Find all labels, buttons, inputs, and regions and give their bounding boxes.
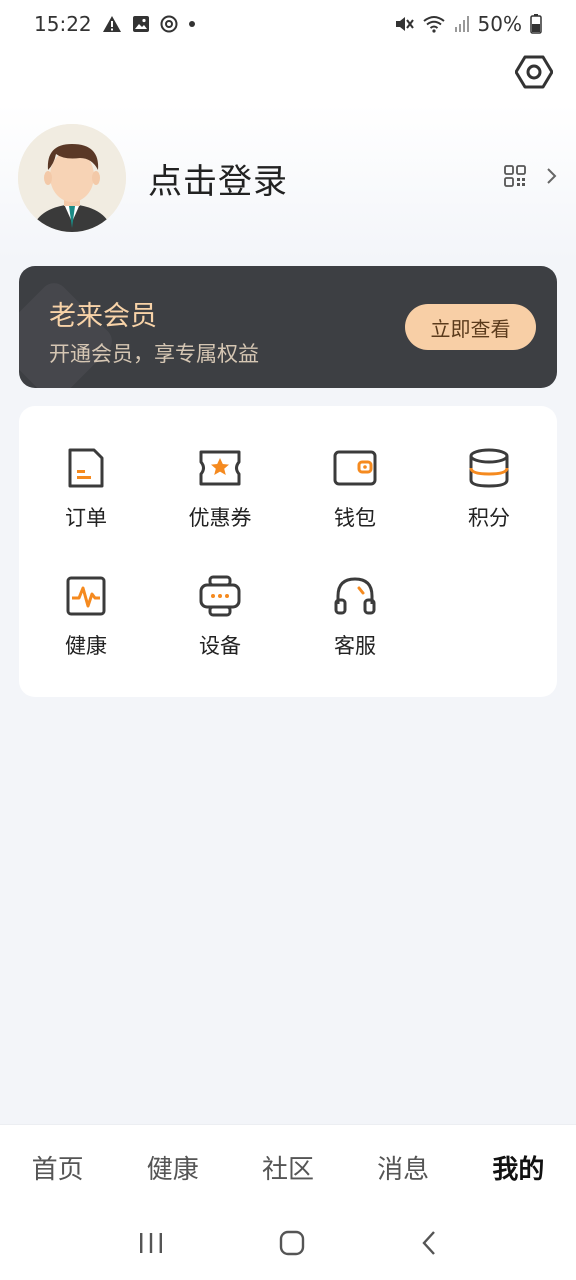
membership-title: 老来会员 (49, 301, 157, 332)
home-button[interactable] (279, 1230, 305, 1260)
login-label[interactable]: 点击登录 (148, 154, 288, 203)
image-icon (132, 15, 150, 33)
battery-icon (530, 14, 542, 34)
points-icon (467, 446, 511, 490)
chevron-right-icon[interactable] (546, 166, 558, 190)
back-button[interactable] (420, 1230, 438, 1260)
view-membership-button[interactable]: 立即查看 (405, 304, 536, 350)
settings-button[interactable] (514, 54, 554, 94)
recent-apps-button[interactable] (138, 1231, 164, 1259)
service-order[interactable]: 订单 (31, 406, 141, 530)
order-icon (64, 446, 108, 490)
service-customer-support[interactable]: 客服 (300, 534, 410, 658)
bottom-navigation: 首页 健康 社区 消息 我的 (0, 1124, 576, 1210)
service-label: 设备 (199, 634, 241, 658)
nav-messages[interactable]: 消息 (371, 1149, 435, 1186)
nav-label: 健康 (146, 1155, 199, 1185)
nav-label: 社区 (261, 1155, 314, 1185)
avatar[interactable] (18, 124, 126, 232)
system-navigation-bar (0, 1210, 576, 1280)
sync-icon (160, 15, 178, 33)
battery-level: 50% (477, 12, 522, 36)
coupon-icon (198, 446, 242, 490)
status-bar: 15:22 50% (0, 0, 576, 48)
membership-subtitle: 开通会员，享专属权益 (49, 342, 259, 366)
nav-community[interactable]: 社区 (256, 1149, 320, 1186)
wifi-icon (422, 15, 446, 33)
service-health[interactable]: 健康 (31, 534, 141, 658)
service-wallet[interactable]: 钱包 (300, 406, 410, 530)
service-label: 钱包 (334, 506, 376, 530)
services-panel: 订单 优惠券 钱包 积分 健康 设备 客服 (19, 406, 557, 697)
service-coupon[interactable]: 优惠券 (165, 406, 275, 530)
device-icon (198, 574, 242, 618)
nav-label: 首页 (31, 1155, 84, 1185)
status-time: 15:22 (34, 12, 92, 36)
service-device[interactable]: 设备 (165, 534, 275, 658)
membership-card[interactable]: 老来会员 开通会员，享专属权益 立即查看 (19, 266, 557, 388)
nav-home[interactable]: 首页 (26, 1149, 90, 1186)
headset-icon (333, 574, 377, 618)
service-label: 积分 (468, 506, 510, 530)
warning-icon (102, 15, 122, 33)
mute-icon (394, 15, 414, 33)
nav-health[interactable]: 健康 (141, 1149, 205, 1186)
qr-code-icon[interactable] (504, 165, 526, 191)
service-label: 订单 (65, 506, 107, 530)
nav-mine[interactable]: 我的 (486, 1149, 550, 1186)
nav-label: 我的 (492, 1155, 545, 1185)
service-points[interactable]: 积分 (434, 406, 544, 530)
profile-header[interactable]: 点击登录 (18, 124, 558, 232)
service-label: 优惠券 (188, 506, 252, 530)
settings-icon (514, 53, 554, 95)
signal-icon (454, 15, 470, 33)
health-icon (64, 574, 108, 618)
service-label: 健康 (65, 634, 107, 658)
service-label: 客服 (334, 634, 376, 658)
nav-label: 消息 (377, 1155, 430, 1185)
dot-icon (188, 20, 196, 28)
wallet-icon (333, 446, 377, 490)
